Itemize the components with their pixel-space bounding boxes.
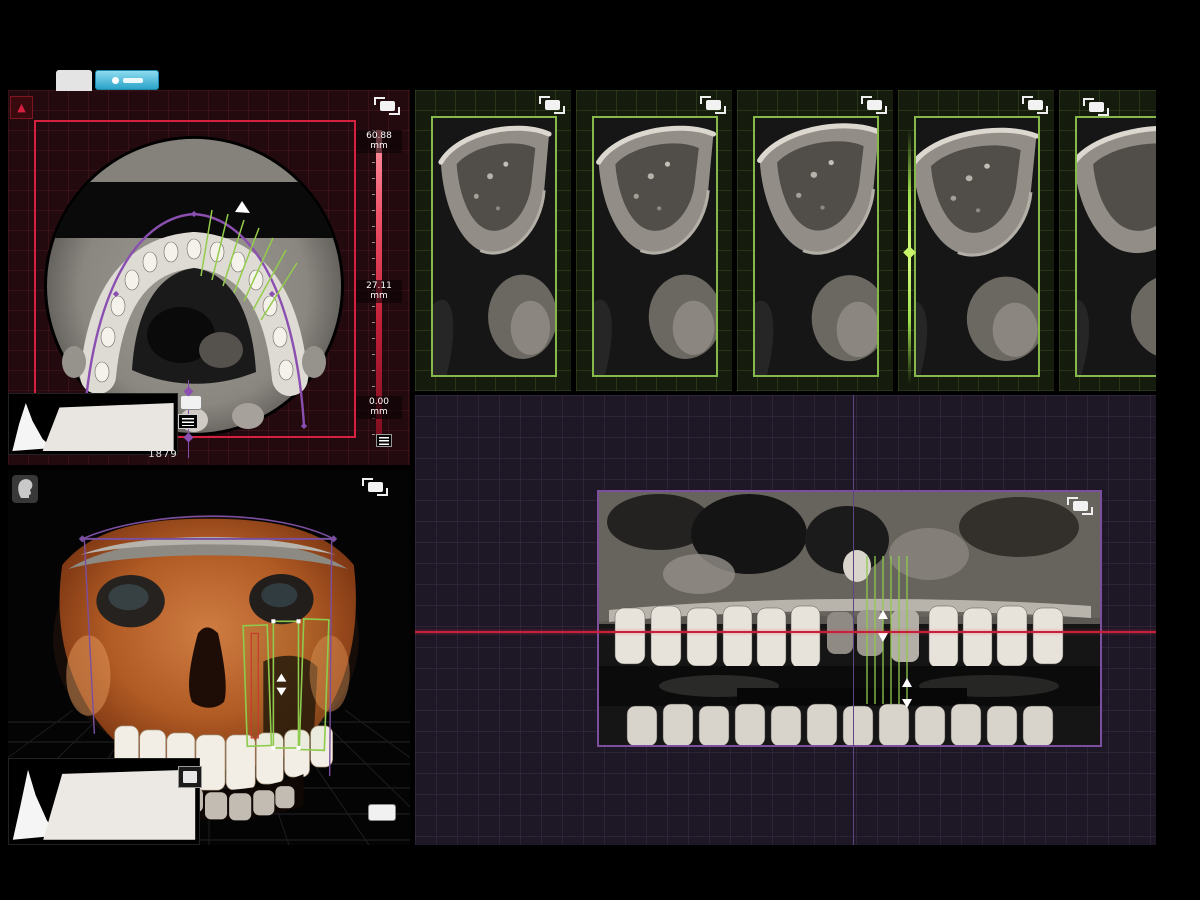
panoramic-image[interactable] (597, 490, 1102, 747)
ruler-max-value: 60.88 (356, 131, 402, 141)
orientation-marker-icon: ▲ (10, 96, 33, 119)
axial-crop-frame (34, 120, 356, 438)
ruler-max-unit: mm (356, 141, 402, 151)
toolbar-button-glyph (123, 78, 143, 83)
cross-section-panel-4[interactable] (898, 90, 1054, 391)
cross-section-image[interactable] (431, 116, 557, 377)
crosshair-horizontal-line[interactable] (415, 631, 1156, 633)
cross-section-panel-5[interactable] (1059, 90, 1156, 391)
cross-section-image[interactable] (753, 116, 879, 377)
expand-icon[interactable] (700, 96, 726, 114)
expand-icon[interactable] (539, 96, 565, 114)
cross-section-strip (415, 90, 1156, 391)
cross-section-image[interactable] (592, 116, 718, 377)
ruler-current-unit: mm (356, 291, 402, 301)
volume-3d-panel[interactable] (8, 470, 410, 845)
app-screen: ▲ (0, 0, 1200, 900)
ruler-label-max: 60.88 mm (356, 130, 402, 153)
ruler-label-min: 0.00 mm (356, 396, 402, 419)
ruler-menu-icon[interactable] (376, 434, 392, 447)
ruler-label-current: 27.11 mm (356, 280, 402, 303)
top-toolbar (56, 70, 159, 91)
cross-section-panel-2[interactable] (576, 90, 732, 391)
histogram-control[interactable] (8, 758, 200, 845)
panoramic-view-panel[interactable] (415, 395, 1156, 845)
cross-section-panel-3[interactable] (737, 90, 893, 391)
toolbar-button-icon (112, 77, 119, 84)
expand-icon[interactable] (374, 97, 400, 115)
expand-icon[interactable] (861, 96, 887, 114)
slice-counter: 1879 (128, 449, 198, 460)
expand-icon[interactable] (1067, 497, 1093, 515)
ruler-min-unit: mm (356, 407, 402, 417)
crosshair-vertical-line (853, 395, 854, 845)
expand-icon[interactable] (1022, 96, 1048, 114)
toolbar-button[interactable] (95, 70, 159, 90)
preview-thumbnail[interactable] (178, 766, 202, 788)
ruler-current-value: 27.11 (356, 281, 402, 291)
histogram-reset-button[interactable] (180, 395, 202, 410)
active-slice-indicator[interactable] (908, 130, 911, 384)
histogram-control[interactable] (8, 393, 178, 455)
slice-stack-icon[interactable] (178, 414, 198, 429)
cross-section-image[interactable] (914, 116, 1040, 377)
expand-icon[interactable] (362, 478, 388, 496)
cross-section-panel-1[interactable] (415, 90, 571, 391)
axial-view-panel[interactable]: ▲ (8, 90, 410, 465)
orientation-arrow-icon: ▲ (17, 101, 25, 114)
toolbar-segment[interactable] (56, 70, 92, 91)
snapshot-button[interactable] (368, 804, 396, 821)
ruler-min-value: 0.00 (356, 397, 402, 407)
expand-icon[interactable] (1083, 98, 1109, 116)
cross-section-image[interactable] (1075, 116, 1156, 377)
head-orientation-icon (12, 475, 38, 503)
